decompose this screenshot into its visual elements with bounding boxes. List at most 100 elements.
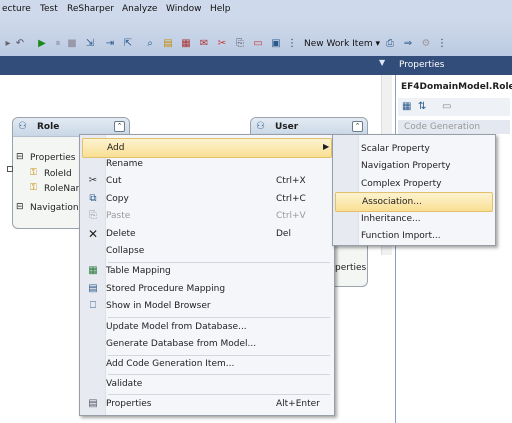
toolbar-overflow-icon[interactable]: ⋮ (286, 38, 298, 50)
properties-shortcut: Alt+Enter (276, 399, 320, 409)
toolbar-grip-icon: ▸ (5, 38, 11, 49)
menu-item-table-mapping[interactable]: ▦ Table Mapping (82, 262, 330, 280)
navigation-toggle-icon[interactable]: ⊟ (16, 202, 24, 212)
categorized-icon[interactable]: ▦ (402, 101, 411, 112)
document-tab-band (0, 56, 395, 75)
stop-icon[interactable]: ■ (66, 38, 78, 50)
toolbar-window-icon[interactable]: ▣ (270, 38, 282, 50)
menu-item-delete-label: Delete (106, 229, 136, 239)
menu-item-show-in-model-browser-label: Show in Model Browser (106, 301, 211, 311)
user-properties-label: perties (335, 263, 367, 273)
clipboard-icon[interactable]: ⎘ (234, 38, 246, 50)
delete-icon: ✕ (87, 227, 99, 241)
properties-category[interactable]: Code Generation (398, 120, 510, 134)
query-icon[interactable]: ⎙ (384, 38, 396, 50)
role-navigation-label: Navigation (30, 203, 79, 213)
menu-item-properties-label: Properties (106, 399, 152, 409)
collapse-icon[interactable]: ⌃ (114, 121, 125, 132)
submenu-arrow-icon: ▶ (323, 142, 330, 151)
menu-item-paste[interactable]: ⎘ Paste Ctrl+V (82, 207, 330, 225)
menu-item-validate-label: Validate (106, 379, 143, 389)
find-icon[interactable]: ⌕ (144, 38, 156, 50)
submenu-item-association[interactable]: Association... (335, 192, 493, 212)
submenu-item-inheritance[interactable]: Inheritance... (335, 210, 491, 228)
menu-item-paste-label: Paste (106, 211, 131, 221)
toolbar (0, 18, 512, 56)
toolbar-overflow-icon-2[interactable]: ⋮ (436, 38, 448, 50)
menu-item-stored-procedure-mapping-label: Stored Procedure Mapping (106, 284, 226, 294)
menu-item-rename[interactable]: Rename (82, 155, 330, 173)
menu-item-generate-database[interactable]: Generate Database from Model... (82, 335, 330, 353)
undo-icon[interactable]: ↶ (14, 38, 26, 50)
menu-item-generate-database-label: Generate Database from Model... (106, 339, 257, 349)
menu-help[interactable]: Help (210, 4, 231, 14)
menu-item-cut[interactable]: ✂ Cut Ctrl+X (82, 172, 330, 190)
role-entity-title: Role (37, 122, 60, 132)
menu-item-copy[interactable]: ⧉ Copy Ctrl+C (82, 190, 330, 208)
menu-item-delete[interactable]: ✕ Delete Del (82, 225, 330, 243)
entity-icon: ⚇ (18, 121, 27, 132)
submenu-item-scalar-property[interactable]: Scalar Property (335, 140, 491, 158)
arrow-right-icon[interactable]: ⇒ (402, 38, 414, 50)
new-work-item-button[interactable]: New Work Item ▾ (304, 39, 380, 49)
pause-icon[interactable]: ⏸ (52, 38, 64, 50)
selection-handle[interactable] (7, 166, 13, 172)
mail-icon[interactable]: ✉ (198, 38, 210, 50)
context-menu: Add ▶ Rename ✂ Cut Ctrl+X ⧉ Copy Ctrl+C … (79, 134, 335, 416)
menu-bar: ecture Test ReSharper Analyze Window Hel… (0, 0, 512, 18)
properties-object-selector[interactable]: EF4DomainModel.Role (401, 82, 512, 92)
submenu-item-complex-property[interactable]: Complex Property (335, 175, 491, 193)
settings-icon[interactable]: ⚙ (420, 38, 432, 50)
menu-item-rename-label: Rename (106, 159, 143, 169)
submenu-item-inheritance-label: Inheritance... (361, 214, 421, 224)
menu-item-cut-label: Cut (106, 176, 122, 186)
role-prop-roleid[interactable]: RoleId (44, 169, 72, 179)
toolbox-icon[interactable]: ▦ (180, 38, 192, 50)
step-over-icon[interactable]: ⇥ (104, 38, 116, 50)
open-folder-icon[interactable]: ▤ (162, 38, 174, 50)
tools-icon[interactable]: ✂ (216, 38, 228, 50)
property-pages-icon[interactable]: ▭ (442, 101, 451, 112)
step-into-icon[interactable]: ⇲ (84, 38, 96, 50)
start-debug-icon[interactable]: ▶ (36, 38, 48, 50)
stored-procedure-icon: ▤ (88, 283, 98, 294)
properties-toolbar: ▦ ⇅ ▭ (398, 98, 510, 116)
window-icon[interactable]: ▭ (252, 38, 264, 50)
alphabetical-icon[interactable]: ⇅ (418, 101, 426, 112)
menu-resharper[interactable]: ReSharper (67, 4, 114, 14)
menu-item-collapse[interactable]: Collapse (82, 242, 330, 260)
model-browser-icon: ⎕ (90, 300, 96, 311)
user-entity-title: User (275, 122, 299, 132)
collapse-icon-user[interactable]: ⌃ (352, 121, 363, 132)
delete-shortcut: Del (276, 229, 291, 239)
key-icon: ⚿ (30, 168, 37, 178)
menu-item-stored-procedure-mapping[interactable]: ▤ Stored Procedure Mapping (82, 280, 330, 298)
menu-item-validate[interactable]: Validate (82, 375, 330, 393)
menu-item-update-model[interactable]: Update Model from Database... (82, 318, 330, 336)
submenu-item-function-import[interactable]: Function Import... (335, 227, 491, 245)
menu-item-add-code-generation[interactable]: Add Code Generation Item... (82, 355, 330, 373)
menu-window[interactable]: Window (166, 4, 202, 14)
submenu-item-navigation-property[interactable]: Navigation Property (335, 157, 491, 175)
menu-test[interactable]: Test (40, 4, 58, 14)
submenu-item-function-import-label: Function Import... (361, 231, 441, 241)
properties-icon: ▤ (88, 398, 98, 409)
copy-icon: ⧉ (89, 193, 97, 204)
table-mapping-icon: ▦ (88, 265, 98, 276)
menu-architecture[interactable]: ecture (2, 4, 31, 14)
menu-item-properties[interactable]: ▤ Properties Alt+Enter (82, 395, 330, 413)
menu-item-show-in-model-browser[interactable]: ⎕ Show in Model Browser (82, 297, 330, 315)
submenu-item-navigation-property-label: Navigation Property (361, 161, 451, 171)
property-icon: ⚿ (30, 183, 37, 193)
tab-dropdown-icon[interactable]: ▼ (379, 58, 385, 67)
properties-title: Properties (399, 60, 445, 70)
menu-item-collapse-label: Collapse (106, 246, 145, 256)
properties-toggle-icon[interactable]: ⊟ (16, 152, 24, 162)
role-properties-label: Properties (30, 153, 76, 163)
role-prop-rolename[interactable]: RoleNar (44, 184, 79, 194)
properties-title-bar: Properties (395, 56, 512, 75)
submenu-item-complex-property-label: Complex Property (361, 179, 442, 189)
menu-item-update-model-label: Update Model from Database... (106, 322, 247, 332)
menu-analyze[interactable]: Analyze (122, 4, 157, 14)
step-out-icon[interactable]: ⇱ (122, 38, 134, 50)
